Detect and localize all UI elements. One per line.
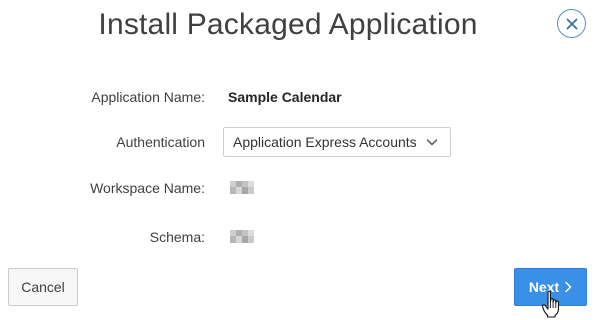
install-packaged-application-dialog: Install Packaged Application Application… xyxy=(0,0,600,320)
authentication-select[interactable]: Application Express Accounts xyxy=(223,127,451,157)
chevron-right-icon xyxy=(565,281,572,293)
chevron-down-icon xyxy=(426,139,438,146)
workspace-name-label: Workspace Name: xyxy=(90,180,205,196)
application-name-row: Application Name: Sample Calendar xyxy=(0,82,600,112)
hand-pointer-cursor-icon xyxy=(542,290,560,318)
cancel-button[interactable]: Cancel xyxy=(8,268,78,306)
authentication-label: Authentication xyxy=(116,134,205,150)
dialog-title: Install Packaged Application xyxy=(98,8,478,41)
close-button[interactable] xyxy=(557,9,586,38)
schema-row: Schema: xyxy=(0,222,600,252)
schema-label: Schema: xyxy=(149,229,205,245)
application-name-value: Sample Calendar xyxy=(228,89,342,105)
schema-redacted-value xyxy=(230,230,254,243)
authentication-selected-value: Application Express Accounts xyxy=(233,134,417,150)
close-icon xyxy=(566,18,577,29)
application-name-label: Application Name: xyxy=(91,89,205,105)
workspace-name-redacted-value xyxy=(230,181,254,194)
workspace-name-row: Workspace Name: xyxy=(0,173,600,203)
cancel-button-label: Cancel xyxy=(21,279,65,295)
